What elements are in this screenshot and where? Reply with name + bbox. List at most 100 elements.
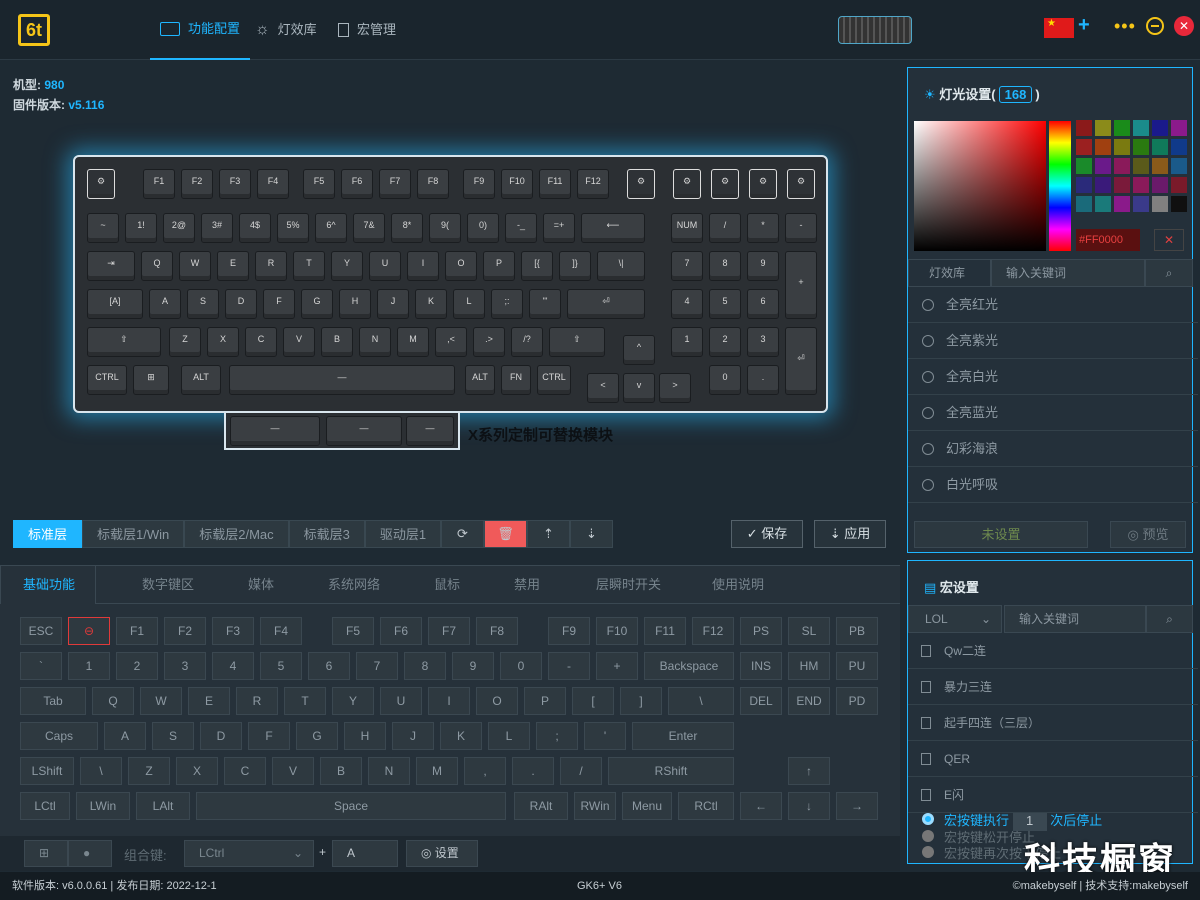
color-swatch[interactable] — [1114, 139, 1130, 155]
color-swatch[interactable] — [1171, 120, 1187, 136]
key[interactable]: J — [377, 289, 409, 319]
key-f9[interactable]: F9 — [548, 617, 590, 645]
key-esc[interactable]: ESC — [20, 617, 62, 645]
key-macro-5[interactable]: ⚙ — [749, 169, 777, 199]
color-swatch[interactable] — [1133, 196, 1149, 212]
game-select[interactable]: LOL ⌄ — [908, 605, 1002, 633]
color-swatch[interactable] — [1076, 177, 1092, 193]
key[interactable]: 0) — [467, 213, 499, 243]
color-swatch[interactable] — [1171, 158, 1187, 174]
key[interactable]: 1 — [68, 652, 110, 680]
key-f1[interactable]: F1 — [116, 617, 158, 645]
key[interactable]: G — [301, 289, 333, 319]
key[interactable]: D — [225, 289, 257, 319]
key[interactable]: 0 — [709, 365, 741, 395]
key[interactable]: Y — [331, 251, 363, 281]
nav-tab-light-library[interactable]: ☼ 灯效库 — [255, 0, 317, 60]
key-ralt[interactable]: RAlt — [514, 792, 568, 820]
key[interactable]: [ — [572, 687, 614, 715]
search-icon[interactable]: ⌕ — [1145, 259, 1193, 287]
color-swatch[interactable] — [1133, 158, 1149, 174]
nav-tab-macro-manage[interactable]: 宏管理 — [338, 0, 396, 60]
key-up[interactable]: ^ — [623, 335, 655, 365]
color-swatch[interactable] — [1076, 120, 1092, 136]
key-enter[interactable]: ⏎ — [567, 289, 645, 319]
key[interactable]: Q — [141, 251, 173, 281]
key-lctrl[interactable]: LCtl — [20, 792, 70, 820]
key[interactable]: D — [200, 722, 242, 750]
key[interactable]: J — [392, 722, 434, 750]
key[interactable]: \| — [597, 251, 645, 281]
key[interactable]: M — [397, 327, 429, 357]
key[interactable]: 7 — [356, 652, 398, 680]
key[interactable]: 1! — [125, 213, 157, 243]
key-f6[interactable]: F6 — [341, 169, 373, 199]
key[interactable]: 5% — [277, 213, 309, 243]
key[interactable]: E — [188, 687, 230, 715]
key[interactable]: /? — [511, 327, 543, 357]
key[interactable]: F — [248, 722, 290, 750]
key[interactable]: Q — [92, 687, 134, 715]
key[interactable]: A — [104, 722, 146, 750]
macro-item[interactable]: QER — [908, 741, 1198, 777]
key[interactable]: R — [236, 687, 278, 715]
key-right[interactable]: > — [659, 373, 691, 403]
close-button[interactable]: ✕ — [1174, 16, 1194, 36]
key[interactable]: P — [524, 687, 566, 715]
key[interactable]: O — [476, 687, 518, 715]
key-space[interactable]: — — [229, 365, 455, 395]
color-swatch[interactable] — [1133, 120, 1149, 136]
key[interactable]: H — [344, 722, 386, 750]
key[interactable]: V — [283, 327, 315, 357]
key[interactable]: 7 — [671, 251, 703, 281]
effect-item[interactable]: 全亮白光 — [908, 359, 1198, 395]
key-tab[interactable]: Tab — [20, 687, 86, 715]
key[interactable]: 2 — [709, 327, 741, 357]
key-f1[interactable]: F1 — [143, 169, 175, 199]
color-swatch[interactable] — [1095, 158, 1111, 174]
key-up[interactable]: ↑ — [788, 757, 830, 785]
color-saturation-picker[interactable] — [914, 121, 1046, 251]
key[interactable]: V — [272, 757, 314, 785]
tab-system[interactable]: 系统网络 — [328, 566, 380, 604]
combo-key-input[interactable]: A — [332, 840, 398, 867]
key-lalt[interactable]: ALT — [181, 365, 221, 395]
key-f6[interactable]: F6 — [380, 617, 422, 645]
refresh-icon[interactable]: ⟳ — [441, 520, 484, 548]
key-win[interactable]: ⊞ — [133, 365, 169, 395]
effect-item[interactable]: 幻彩海浪 — [908, 431, 1198, 467]
key-backspace[interactable]: ⟵ — [581, 213, 645, 243]
key-f2[interactable]: F2 — [181, 169, 213, 199]
key[interactable]: S — [187, 289, 219, 319]
key-f8[interactable]: F8 — [417, 169, 449, 199]
key[interactable]: T — [284, 687, 326, 715]
key-macro-4[interactable]: ⚙ — [711, 169, 739, 199]
key[interactable]: S — [152, 722, 194, 750]
key-f4[interactable]: F4 — [257, 169, 289, 199]
key-pb[interactable]: PB — [836, 617, 878, 645]
key[interactable]: 3 — [747, 327, 779, 357]
layer-tab-3[interactable]: 标载层3 — [288, 520, 365, 548]
color-swatch[interactable] — [1152, 158, 1168, 174]
key-f11[interactable]: F11 — [644, 617, 686, 645]
key-right[interactable]: → — [836, 792, 878, 820]
key[interactable]: 8 — [709, 251, 741, 281]
key[interactable]: ` — [20, 652, 62, 680]
key[interactable]: 8 — [404, 652, 446, 680]
key[interactable]: 4 — [212, 652, 254, 680]
module-key[interactable]: — — [326, 416, 402, 446]
key[interactable]: Y — [332, 687, 374, 715]
key[interactable]: . — [747, 365, 779, 395]
effect-search-input[interactable]: 输入关键词 — [991, 259, 1145, 287]
key-caps[interactable]: Caps — [20, 722, 98, 750]
key[interactable]: . — [512, 757, 554, 785]
macro-search-input[interactable]: 输入关键词 — [1004, 605, 1146, 633]
key[interactable]: T — [293, 251, 325, 281]
key-space[interactable]: Space — [196, 792, 506, 820]
key[interactable]: ]} — [559, 251, 591, 281]
key-ps[interactable]: PS — [740, 617, 782, 645]
key-macro-2[interactable]: ⚙ — [627, 169, 655, 199]
key-macro-6[interactable]: ⚙ — [787, 169, 815, 199]
key-macro-1[interactable]: ⚙ — [87, 169, 115, 199]
color-swatch[interactable] — [1095, 120, 1111, 136]
